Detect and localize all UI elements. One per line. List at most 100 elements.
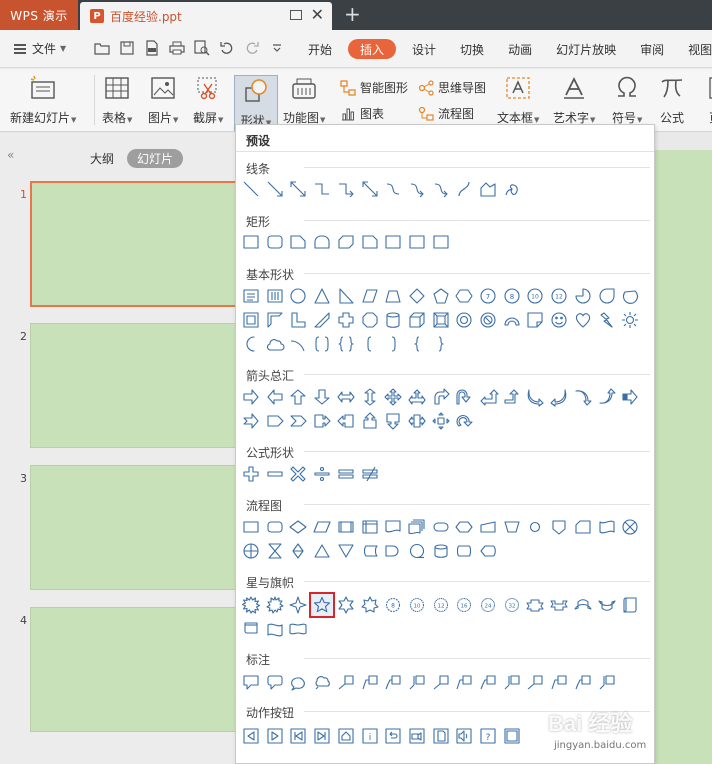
shape-c-line1-icon[interactable] [524, 671, 546, 693]
shape-arrowline-icon[interactable] [264, 178, 286, 200]
shape-a-blank-icon[interactable] [501, 725, 523, 747]
shape-plus-icon[interactable] [240, 463, 262, 485]
shape-a-return-icon[interactable] [382, 725, 404, 747]
shape-octagon-icon[interactable] [359, 309, 381, 331]
shape-darrow-icon[interactable] [359, 178, 381, 200]
shape-star7-icon[interactable] [359, 594, 381, 616]
slide-canvas[interactable] [654, 150, 712, 764]
shape-exp1-icon[interactable] [240, 594, 262, 616]
shape-cloud-icon[interactable] [264, 333, 286, 355]
shape-times-icon[interactable] [287, 463, 309, 485]
shape-f-manual-op-icon[interactable] [501, 516, 523, 538]
shape-arc-icon[interactable] [501, 309, 523, 331]
shape-n8-icon[interactable]: 8 [501, 285, 523, 307]
shape-f-extract-icon[interactable] [311, 540, 333, 562]
shape-tri-icon[interactable] [311, 285, 333, 307]
shape-f-prep-icon[interactable] [453, 516, 475, 538]
shape-lbracket-icon[interactable] [359, 333, 381, 355]
shape-rect-icon[interactable] [406, 231, 428, 253]
shape-circle-icon[interactable] [287, 285, 309, 307]
shape-para-icon[interactable] [359, 285, 381, 307]
shape-vtext-icon[interactable] [264, 285, 286, 307]
shape-chevron-icon[interactable] [287, 410, 309, 432]
shape-star4-icon[interactable] [287, 594, 309, 616]
file-menu-button[interactable]: 文件 ▼ [14, 40, 66, 57]
tab-outline[interactable]: 大纲 [90, 150, 114, 167]
shape-rtri-icon[interactable] [335, 285, 357, 307]
shape-bent-up-icon[interactable] [501, 386, 523, 408]
shape-c-cloud-icon[interactable] [311, 671, 333, 693]
shape-freeform-icon[interactable] [477, 178, 499, 200]
shape-arr-quad-icon[interactable] [382, 386, 404, 408]
shape-pentagon-a-icon[interactable] [264, 410, 286, 432]
shape-snip1-icon[interactable] [287, 231, 309, 253]
shape-arr-d-icon[interactable] [311, 386, 333, 408]
shape-c-line2-icon[interactable] [453, 671, 475, 693]
tab-design[interactable]: 设计 [400, 39, 448, 59]
shape-arr-l-r-icon[interactable] [335, 386, 357, 408]
shape-a-help-icon[interactable]: ? [477, 725, 499, 747]
shape-rect-icon[interactable] [382, 231, 404, 253]
redo-icon[interactable] [244, 40, 260, 56]
tab-insert[interactable]: 插入 [348, 39, 397, 59]
shape-bent-arr-icon[interactable] [430, 386, 452, 408]
formula-button[interactable]: 公式 [657, 73, 687, 126]
shape-f-conn-icon[interactable] [524, 516, 546, 538]
slide-thumbnail-3[interactable] [30, 465, 240, 590]
shape-donut-icon[interactable] [453, 309, 475, 331]
shape-moon-icon[interactable] [240, 333, 262, 355]
shape-ribbon-up-icon[interactable] [524, 594, 546, 616]
shape-heart-icon[interactable] [572, 309, 594, 331]
shape-a-end-icon[interactable] [311, 725, 333, 747]
shape-f-manual-in-icon[interactable] [477, 516, 499, 538]
shape-f-tape-icon[interactable] [596, 516, 618, 538]
open-folder-icon[interactable] [94, 40, 110, 56]
customize-toolbar-icon[interactable] [269, 40, 285, 56]
shape-trap-icon[interactable] [382, 285, 404, 307]
shape-smiley-icon[interactable] [548, 309, 570, 331]
shape-striped-r-icon[interactable] [619, 386, 641, 408]
shape-callout-r-icon[interactable] [311, 410, 333, 432]
shape-textbox-icon[interactable] [240, 285, 262, 307]
shape-line-icon[interactable] [240, 178, 262, 200]
shape-f-off-page-icon[interactable] [548, 516, 570, 538]
shape-exp2-icon[interactable] [264, 594, 286, 616]
shape-star8-icon[interactable]: 8 [382, 594, 404, 616]
shape-f-stored-icon[interactable] [359, 540, 381, 562]
flowchart-button[interactable]: 流程图 [418, 105, 474, 122]
shape-f-card-icon[interactable] [572, 516, 594, 538]
print-icon[interactable] [169, 40, 185, 56]
shape-minus-icon[interactable] [264, 463, 286, 485]
shape-n12-icon[interactable]: 12 [548, 285, 570, 307]
shape-lbrace-icon[interactable] [406, 333, 428, 355]
shape-c-rect-icon[interactable] [240, 671, 262, 693]
shape-arr-l-icon[interactable] [264, 386, 286, 408]
shape-elbow-icon[interactable] [311, 178, 333, 200]
shape-a-doc-icon[interactable] [430, 725, 452, 747]
shape-callout-l-r-icon[interactable] [406, 410, 428, 432]
slide-thumbnail-2[interactable] [30, 323, 240, 448]
shape-f-or-icon[interactable] [240, 540, 262, 562]
export-pdf-icon[interactable] [144, 40, 160, 56]
tab-view[interactable]: 视图 [676, 39, 712, 59]
shape-dbracket-icon[interactable] [311, 333, 333, 355]
shape-equal-icon[interactable] [335, 463, 357, 485]
shape-f-direct-icon[interactable] [453, 540, 475, 562]
undo-icon[interactable] [219, 40, 235, 56]
shape-star10-icon[interactable]: 10 [406, 594, 428, 616]
shape-curve-icon[interactable] [382, 178, 404, 200]
shape-arcline-icon[interactable] [287, 333, 309, 355]
shape-arr-r-icon[interactable] [240, 386, 262, 408]
picture-button[interactable]: 图片▼ [148, 73, 178, 126]
print-preview-icon[interactable] [194, 40, 210, 56]
shape-callout-quad-icon[interactable] [430, 410, 452, 432]
shape-curv-ribbon-up-icon[interactable] [572, 594, 594, 616]
shape-curvearr-icon[interactable] [406, 178, 428, 200]
shape-f-collate-icon[interactable] [264, 540, 286, 562]
shape-a-sound-icon[interactable] [453, 725, 475, 747]
tab-slideshow[interactable]: 幻灯片放映 [544, 39, 628, 59]
shape-callout-l-icon[interactable] [335, 410, 357, 432]
shape-a-movie-icon[interactable] [406, 725, 428, 747]
shape-f-data-icon[interactable] [311, 516, 333, 538]
shape-curv-l-icon[interactable] [548, 386, 570, 408]
